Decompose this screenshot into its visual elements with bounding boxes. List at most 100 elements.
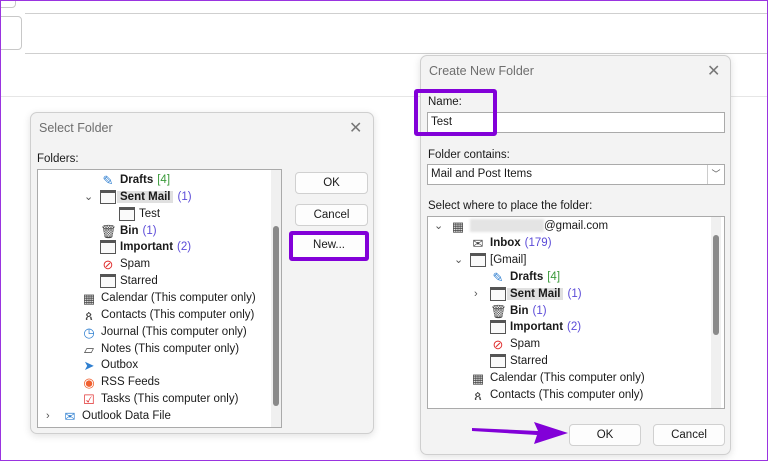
tree-item-label: Spam [120, 258, 151, 271]
tree-item-label: Important (2) [510, 321, 582, 334]
tree-item[interactable]: ◷ Journal (This computer only) [38, 324, 281, 341]
chevron-down-icon[interactable]: ⌄ [84, 189, 93, 206]
tree-item[interactable]: ጰ Contacts (This computer only) [38, 307, 281, 324]
folders-label: Folders: [37, 153, 79, 165]
trash-icon: 🗑 [490, 303, 507, 319]
tree-item[interactable]: › Sent Mail (1) [428, 286, 724, 303]
folder-icon [100, 240, 116, 255]
folder-icon [470, 252, 486, 267]
background-field [0, 0, 16, 8]
calendar-icon: ▦ [471, 371, 485, 387]
arrow-annotation [472, 422, 568, 444]
divider [25, 13, 768, 14]
dialog-title: Select Folder [39, 121, 113, 135]
new-button[interactable]: New... [293, 235, 365, 257]
tree-item-label: Outlook Data File [82, 409, 171, 422]
account-icon: ▦ [451, 219, 465, 234]
inbox-icon: ✉ [472, 235, 484, 251]
tree-item[interactable]: ▦ Calendar (This computer only) [428, 370, 724, 387]
tree-item-label: Drafts [4] [120, 174, 171, 186]
spam-icon: ⊘ [102, 257, 114, 273]
tree-item[interactable]: ➤ Outbox [38, 357, 281, 374]
tree-item[interactable]: Test [38, 206, 281, 223]
tree-item[interactable]: ◷ [428, 404, 724, 408]
trash-icon: 🗑 [100, 223, 117, 239]
unread-count: (1) [567, 287, 582, 300]
chevron-right-icon[interactable]: › [46, 408, 50, 425]
tree-item[interactable]: 🗑 Bin (1) [38, 223, 281, 240]
unread-count: [4] [157, 174, 171, 186]
tree-item-label: Spam [510, 338, 541, 351]
folder-tree[interactable]: ⌄ ▦ @gmail.com ✉ Inbox (179) ⌄ [Gmail] ✎ Drafts [4… [427, 216, 725, 409]
tree-item-label: Outbox [101, 359, 139, 372]
tree-item[interactable]: 🗑 Bin (1) [428, 303, 724, 320]
ok-button[interactable]: OK [569, 424, 641, 446]
cancel-button[interactable]: Cancel [653, 424, 725, 446]
unread-count: (1) [177, 190, 192, 203]
tree-item-label: Sent Mail (1) [117, 189, 192, 206]
folder-icon [490, 354, 506, 369]
redacted-email [470, 219, 544, 233]
tree-item[interactable]: Starred [428, 353, 724, 370]
unread-count: [4] [547, 270, 561, 283]
tree-item[interactable]: Important (2) [428, 319, 724, 336]
tasks-icon: ☑ [83, 392, 95, 408]
tree-item[interactable]: ◉ RSS Feeds [38, 374, 281, 391]
tree-item-label: Drafts [4] [510, 270, 561, 283]
chevron-down-icon[interactable]: ⌄ [434, 218, 443, 235]
chevron-down-icon[interactable]: ⌄ [454, 252, 463, 269]
tree-item[interactable]: ጰ Contacts (This computer only) [428, 387, 724, 404]
tree-item[interactable]: ▱ Notes (This computer only) [38, 341, 281, 358]
background-field [0, 16, 22, 50]
tree-item[interactable]: ⊘ Spam [38, 256, 281, 273]
divider [25, 53, 768, 54]
tree-item[interactable]: ✎ Drafts [4] [38, 172, 281, 189]
folder-tree[interactable]: ✎ Drafts [4] ⌄ Sent Mail (1) Test 🗑 Bin (1) Import… [37, 169, 282, 428]
unread-count: (1) [142, 224, 157, 237]
close-icon[interactable]: ✕ [707, 61, 720, 81]
tree-item[interactable]: ☑ Tasks (This computer only) [38, 391, 281, 408]
drafts-icon: ✎ [102, 173, 114, 188]
tree-item-label: Bin (1) [120, 224, 157, 237]
chevron-down-icon[interactable]: ﹀ [707, 165, 724, 184]
highlight-box [414, 89, 497, 136]
folder-icon [119, 206, 135, 221]
tree-item-label: Test [139, 207, 161, 220]
unread-count: (2) [567, 321, 582, 334]
tree-item-label: Tasks (This computer only) [101, 393, 239, 406]
contacts-icon: ጰ [85, 307, 93, 323]
tree-item-label: RSS Feeds [101, 376, 160, 389]
tree-item[interactable]: Important (2) [38, 239, 281, 256]
tree-item[interactable]: ⊘ Spam [428, 336, 724, 353]
tree-item[interactable]: ✎ Drafts [4] [428, 269, 724, 286]
ok-button[interactable]: OK [295, 172, 368, 194]
tree-item-label: [Gmail] [490, 253, 527, 266]
tree-item[interactable]: ⌄ [Gmail] [428, 252, 724, 269]
tree-item[interactable]: ▦ Calendar (This computer only) [38, 290, 281, 307]
close-icon[interactable]: ✕ [349, 118, 362, 138]
tree-item[interactable]: ⌄ ▦ @gmail.com [428, 218, 724, 235]
tree-item-label: Starred [120, 275, 158, 288]
tree-item-label: Contacts (This computer only) [490, 389, 644, 401]
selected-value: Mail and Post Items [431, 168, 532, 180]
unread-count: (2) [177, 241, 192, 254]
select-folder-dialog: Select Folder ✕ Folders: ✎ Drafts [4] ⌄ Sent… [30, 112, 374, 434]
chevron-right-icon[interactable]: › [474, 286, 478, 303]
folder-icon [490, 320, 506, 335]
folder-contains-label: Folder contains: [428, 149, 510, 161]
notes-icon: ▱ [84, 341, 94, 357]
tree-item[interactable]: ⌄ Sent Mail (1) [38, 189, 281, 206]
tree-item[interactable]: ✉ Inbox (179) [428, 235, 724, 252]
cancel-button[interactable]: Cancel [295, 204, 368, 226]
outbox-icon: ➤ [83, 358, 95, 374]
tree-item[interactable]: Starred [38, 273, 281, 290]
folder-icon [100, 274, 116, 289]
folder-contains-select[interactable]: Mail and Post Items ﹀ [427, 164, 725, 185]
calendar-icon: ▦ [82, 290, 96, 306]
tree-item[interactable]: › ✉ Outlook Data File [38, 408, 281, 425]
tree-item-label: Notes (This computer only) [101, 342, 240, 355]
tree-item-label: Journal (This computer only) [101, 325, 247, 338]
folder-icon [100, 189, 116, 204]
tree-item-label: Calendar (This computer only) [101, 291, 256, 304]
dialog-title: Create New Folder [429, 64, 534, 78]
